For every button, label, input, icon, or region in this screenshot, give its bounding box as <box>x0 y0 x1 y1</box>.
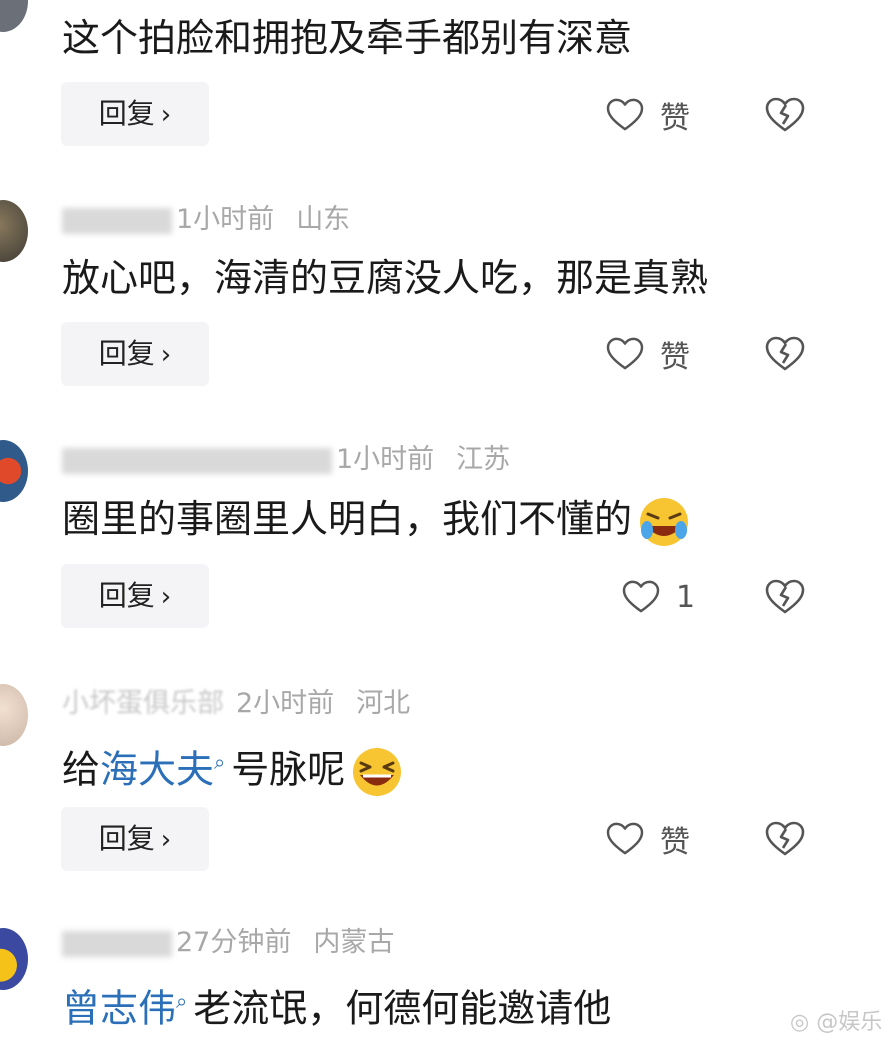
like-button[interactable]: 赞 <box>606 95 690 136</box>
comment-meta: 小坏蛋俱乐部 2小时前 河北 <box>62 687 410 721</box>
comment-location: 河北 <box>356 688 411 719</box>
comment-time: 1小时前 <box>176 204 275 235</box>
comment-text-prefix: 给 <box>62 747 101 792</box>
chevron-right-icon: › <box>160 340 172 370</box>
heart-outline-icon <box>606 98 644 131</box>
like-label: 赞 <box>660 101 690 136</box>
laughing-crying-emoji-icon <box>640 497 689 546</box>
chevron-right-icon: › <box>160 100 172 130</box>
like-label: 赞 <box>660 825 690 860</box>
reply-button[interactable]: 回复 › <box>61 82 209 146</box>
username-redacted <box>62 207 172 234</box>
mention-link[interactable]: 海大夫 <box>100 748 214 792</box>
broken-heart-icon[interactable] <box>765 97 805 133</box>
reply-label: 回复 <box>98 579 155 612</box>
comment-meta: 27分钟前 内蒙古 <box>62 926 394 960</box>
search-icon[interactable]: ⌕ <box>214 750 225 774</box>
grinning-squint-emoji-icon <box>353 748 402 797</box>
search-icon[interactable]: ⌕ <box>176 989 187 1013</box>
comment-text: 曾志伟⌕ 老流氓，何德何能邀请他 <box>62 976 611 1034</box>
heart-outline-icon <box>622 580 660 613</box>
like-button[interactable]: 1 <box>622 577 695 617</box>
comment-meta: 1小时前 江苏 <box>62 443 510 477</box>
avatar[interactable] <box>0 200 28 262</box>
comment-text: 放心吧，海清的豆腐没人吃，那是真熟 <box>62 256 709 300</box>
broken-heart-icon[interactable] <box>765 821 805 857</box>
like-button[interactable]: 赞 <box>606 819 690 860</box>
reply-label: 回复 <box>98 97 155 130</box>
comment-meta: 1小时前 山东 <box>62 203 350 237</box>
comment-time: 2小时前 <box>236 688 335 719</box>
username[interactable]: 小坏蛋俱乐部 <box>62 688 224 719</box>
username-redacted <box>62 930 172 957</box>
weibo-logo-icon: ◎ <box>790 1010 810 1035</box>
like-button[interactable]: 赞 <box>606 334 690 375</box>
avatar[interactable] <box>0 684 28 746</box>
heart-outline-icon <box>606 822 644 855</box>
like-count: 1 <box>676 579 696 615</box>
heart-outline-icon <box>606 337 644 370</box>
chevron-right-icon: › <box>160 582 172 612</box>
comment-text: 圈里的事圈里人明白，我们不懂的 <box>62 494 690 548</box>
comment-location: 内蒙古 <box>313 927 395 958</box>
avatar[interactable] <box>0 0 28 32</box>
avatar[interactable] <box>0 928 28 990</box>
reply-button[interactable]: 回复 › <box>61 807 209 871</box>
avatar[interactable] <box>0 440 28 502</box>
username-redacted <box>62 447 332 474</box>
reply-label: 回复 <box>98 822 155 855</box>
watermark: ◎ @娱乐 <box>790 1010 883 1035</box>
comment-text-suffix: 老流氓，何德何能邀请他 <box>193 986 612 1031</box>
reply-button[interactable]: 回复 › <box>61 564 209 628</box>
comment-location: 江苏 <box>456 444 511 475</box>
mention-link[interactable]: 曾志伟 <box>62 987 176 1031</box>
comment-location: 山东 <box>296 204 351 235</box>
broken-heart-icon[interactable] <box>765 336 805 372</box>
comment-time: 27分钟前 <box>176 927 292 958</box>
like-label: 赞 <box>660 340 690 375</box>
reply-label: 回复 <box>98 337 155 370</box>
comment-time: 1小时前 <box>336 444 435 475</box>
chevron-right-icon: › <box>160 825 172 855</box>
watermark-text: 娱乐 <box>838 1010 883 1035</box>
comment-text: 这个拍脸和拥抱及牵手都别有深意 <box>62 16 633 60</box>
comment-text-suffix: 号脉呢 <box>231 747 346 792</box>
broken-heart-icon[interactable] <box>765 579 805 615</box>
comment-text: 给海大夫⌕ 号脉呢 <box>62 737 403 798</box>
reply-button[interactable]: 回复 › <box>61 322 209 386</box>
comment-text-body: 圈里的事圈里人明白，我们不懂的 <box>62 497 633 541</box>
